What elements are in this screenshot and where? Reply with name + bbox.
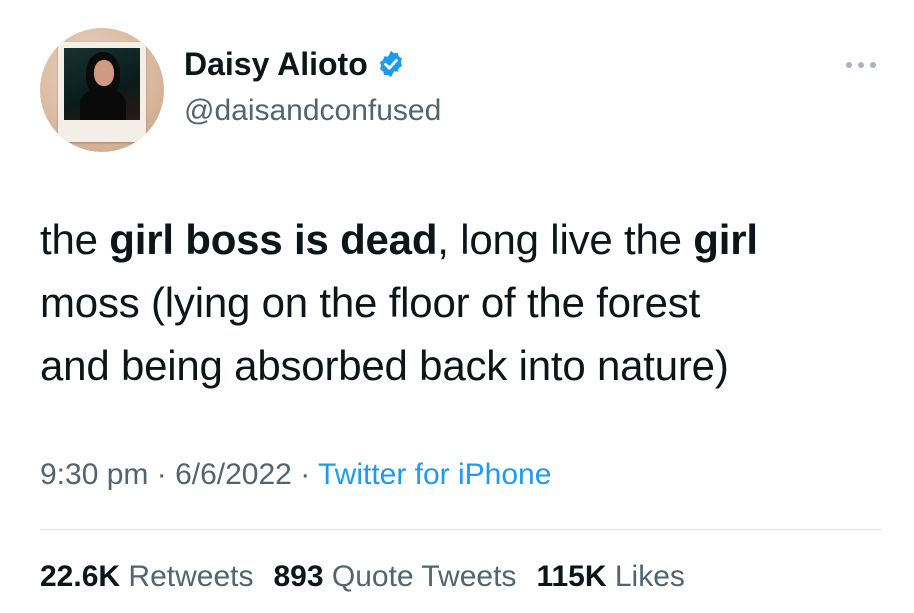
meta-separator: ·	[291, 458, 318, 491]
tweet-text-segment: moss (lying on the floor of the forest	[40, 279, 701, 326]
tweet-text: the girl boss is dead, long live the gir…	[40, 208, 900, 397]
tweet-source-link[interactable]: Twitter for iPhone	[318, 458, 551, 491]
author-name-row: Daisy Alioto	[184, 48, 406, 80]
avatar-polaroid-image	[58, 42, 146, 142]
tweet-text-line: and being absorbed back into nature)	[40, 334, 900, 397]
avatar[interactable]	[40, 28, 164, 152]
verified-badge-icon	[376, 49, 406, 79]
more-options-icon[interactable]	[846, 58, 876, 72]
retweets-count: 22.6K	[40, 560, 121, 593]
tweet-text-segment: the	[40, 216, 110, 263]
likes-stat[interactable]: 115K Likes	[536, 560, 684, 593]
tweet-metadata: 9:30 pm · 6/6/2022 · Twitter for iPhone	[40, 460, 551, 490]
divider	[40, 529, 882, 530]
engagement-stats: 22.6K Retweets 893 Quote Tweets 115K Likes	[40, 562, 685, 592]
tweet-text-segment: , long live the	[437, 216, 694, 263]
tweet-date[interactable]: 6/6/2022	[175, 458, 292, 491]
meta-separator: ·	[148, 458, 176, 491]
quote-tweets-label: Quote Tweets	[331, 560, 517, 593]
quote-tweets-count: 893	[273, 560, 324, 593]
retweets-label: Retweets	[128, 560, 254, 593]
tweet-text-segment: and being absorbed back into nature)	[40, 342, 729, 389]
likes-label: Likes	[614, 560, 685, 593]
tweet-time[interactable]: 9:30 pm	[40, 458, 148, 491]
likes-count: 115K	[536, 560, 607, 593]
tweet-text-line: the girl boss is dead, long live the gir…	[40, 208, 900, 271]
author-handle[interactable]: @daisandconfused	[184, 96, 441, 126]
retweets-stat[interactable]: 22.6K Retweets	[40, 560, 253, 593]
tweet-text-line: moss (lying on the floor of the forest	[40, 271, 900, 334]
tweet-text-bold-segment: girl	[693, 216, 758, 263]
quote-tweets-stat[interactable]: 893 Quote Tweets	[273, 560, 516, 593]
author-display-name[interactable]: Daisy Alioto	[184, 48, 368, 80]
tweet-text-bold-segment: girl boss is dead	[109, 216, 438, 263]
